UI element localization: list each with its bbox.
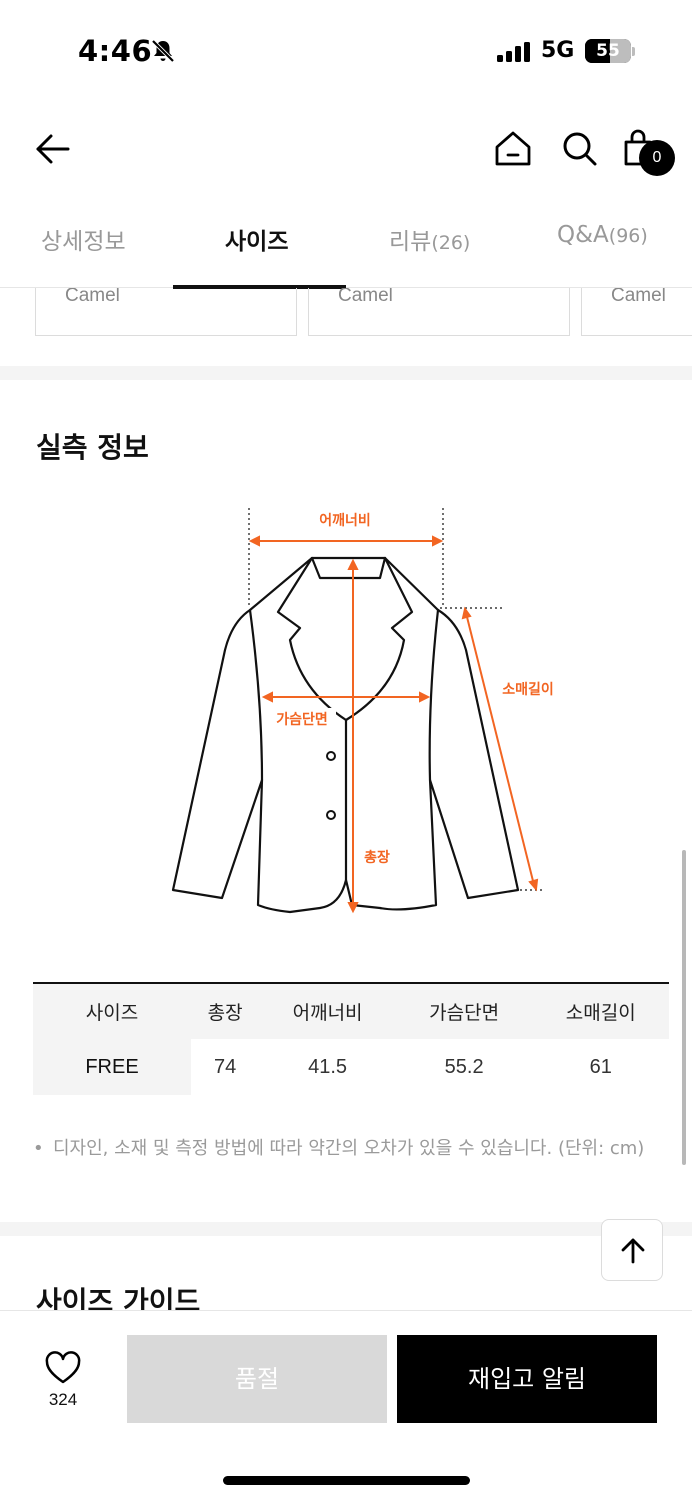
tab-details-label: 상세정보 [41,229,126,255]
tab-qna-label: Q&A [557,222,609,248]
header-cell: 가슴단면 [395,983,533,1039]
color-option-label: Camel [611,288,666,306]
label-chest: 가슴단면 [276,711,328,728]
section-divider [0,1222,692,1236]
battery-level: 55 [596,41,620,61]
search-icon[interactable] [557,126,603,172]
color-options: Camel Camel Camel [0,288,692,348]
cart-count-badge: 0 [639,140,675,176]
label-length: 총장 [364,849,390,866]
signal-icon [497,42,530,62]
heart-icon [45,1351,81,1384]
tab-details[interactable]: 상세정보 [41,222,126,256]
restock-alert-button[interactable]: 재입고 알림 [397,1335,657,1423]
measurement-note: • 디자인, 소재 및 측정 방법에 따라 약간의 오차가 있을 수 있습니다. … [33,1133,653,1165]
jacket-button [326,751,336,761]
color-option[interactable]: Camel [581,288,692,336]
tab-reviews-count: (26) [431,232,471,254]
battery-cap [632,47,635,56]
tab-reviews-label: 리뷰 [389,229,432,255]
measure-title: 실측 정보 [36,431,149,464]
tab-size[interactable]: 사이즈 [225,222,288,256]
network-type: 5G [541,38,575,63]
tab-bar: 상세정보 사이즈 리뷰(26) Q&A(96) [0,204,692,289]
value-cell: 61 [589,1055,612,1078]
table-row: FREE 74 41.5 55.2 61 [33,1039,669,1095]
scroll-to-top-button[interactable] [601,1219,663,1281]
size-table: 사이즈 총장 어깨너비 가슴단면 소매길이 FREE 74 41.5 55.2 … [33,982,669,1095]
home-indicator [223,1476,470,1485]
scrollbar[interactable] [682,850,686,1165]
header-cell: 사이즈 [33,983,191,1039]
value-cell: 41.5 [308,1055,348,1078]
header-cell: 총장 [191,983,260,1039]
note-bullet: • [33,1138,44,1159]
like-count: 324 [48,1390,78,1409]
header-cell: 어깨너비 [259,983,396,1039]
size-table-header: 사이즈 총장 어깨너비 가슴단면 소매길이 [33,983,669,1039]
header-cell: 소매길이 [532,983,669,1039]
back-arrow-icon[interactable] [30,126,76,172]
color-option[interactable]: Camel [35,288,297,336]
size-cell: FREE [33,1039,191,1095]
arrow-up-icon [621,1238,645,1264]
label-shoulder: 어깨너비 [319,512,371,529]
battery-icon: 55 [585,39,631,63]
status-time: 4:46 [78,34,153,68]
jacket-button [326,810,336,820]
jacket-measurement-diagram: 어깨너비 가슴단면 소매길이 총장 [171,508,560,914]
label-sleeve: 소매길이 [502,681,554,698]
bell-off-icon [151,39,175,63]
tab-size-label: 사이즈 [225,229,289,255]
value-cell: 55.2 [444,1055,484,1078]
tab-reviews[interactable]: 리뷰(26) [389,222,470,256]
home-icon[interactable] [490,126,536,172]
tab-qna[interactable]: Q&A(96) [557,222,648,248]
section-divider [0,366,692,380]
status-bar: 4:46 5G 55 [0,0,692,100]
soldout-button[interactable]: 품절 [127,1335,387,1423]
note-text: 디자인, 소재 및 측정 방법에 따라 약간의 오차가 있을 수 있습니다. (… [53,1138,645,1159]
tab-qna-count: (96) [608,225,648,247]
color-option-label: Camel [338,288,393,306]
color-option-label: Camel [65,288,120,306]
value-cell: 74 [214,1055,237,1078]
color-option[interactable]: Camel [308,288,570,336]
